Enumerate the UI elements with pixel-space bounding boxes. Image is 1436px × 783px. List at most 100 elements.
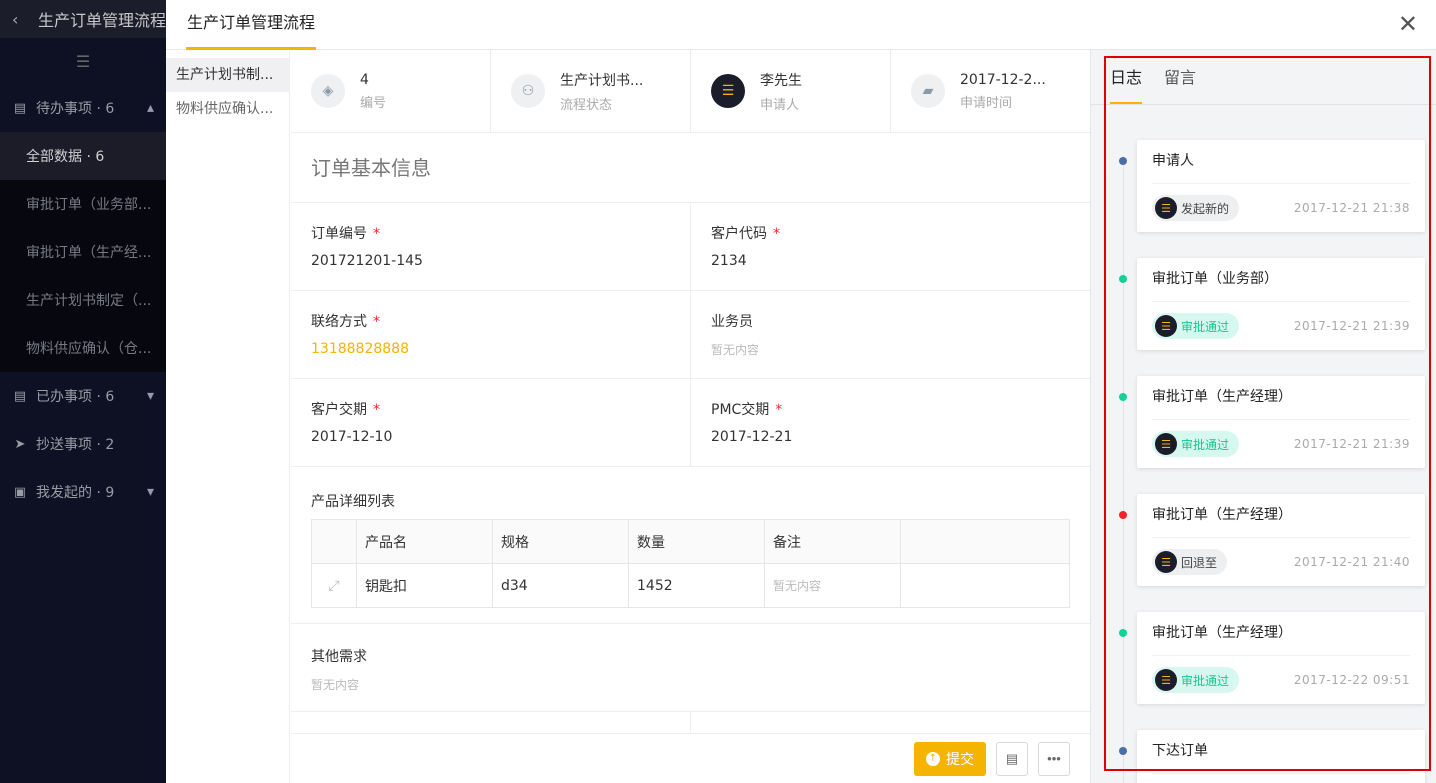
- modal-header: 生产订单管理流程 ✕: [166, 0, 1436, 50]
- required-mark: *: [373, 226, 380, 242]
- table-cell: 1452: [628, 563, 765, 608]
- tab-comments[interactable]: 留言: [1164, 64, 1196, 104]
- table-header: 规格: [492, 519, 629, 564]
- summary-key: 申请人: [760, 97, 800, 113]
- phone-link[interactable]: 13188828888: [311, 341, 670, 357]
- tab-log[interactable]: 日志: [1110, 64, 1143, 104]
- field-grid: 订单编号 * 201721201-145 客户代码 * 2134 联络方式 * 131…: [291, 203, 1090, 467]
- form-content: ◈ 4 编号 ⚇ 生产计划书... 流程状态 ☰ 李先生 申请人 ▰ 2017-12-…: [291, 50, 1090, 783]
- summary-value: 2017-12-2...: [960, 71, 1046, 88]
- sidebar-group-label: 待办事项 · 6: [36, 101, 115, 117]
- sidebar-header: ‹ 生产订单管理流程: [0, 0, 166, 38]
- avatar: ☰: [711, 74, 745, 108]
- summary-value: 生产计划书...: [560, 72, 644, 89]
- status-text: 审批通过: [1181, 437, 1230, 452]
- summary-status: ⚇ 生产计划书... 流程状态: [491, 50, 691, 132]
- status-text: 回退至: [1181, 555, 1218, 570]
- back-arrow-icon[interactable]: ‹: [12, 10, 28, 29]
- table-cell: [900, 563, 1070, 608]
- send-icon: ➤: [14, 436, 26, 452]
- sidebar-item-production-plan[interactable]: 生产计划书制定（...: [0, 276, 166, 324]
- avatar: ☰: [1155, 669, 1177, 691]
- mine-icon: ▣: [13, 484, 27, 500]
- summary-key: 申请时间: [960, 95, 1013, 111]
- submit-button[interactable]: ↑ 提交: [914, 741, 986, 776]
- log-panel: 日志 留言 申请人 ☰ 发起新的 2017-12-21 21:38 审批订单（业务部） ☰…: [1090, 50, 1436, 783]
- log-timestamp: 2017-12-21 21:38: [1293, 201, 1410, 215]
- field-value: 暂无内容: [311, 678, 360, 692]
- other-requirements: 其他需求 暂无内容: [291, 624, 1090, 712]
- product-table: 产品名 规格 数量 备注 ⤢ 钥匙扣 d34 1452 暂无内容: [311, 519, 1070, 608]
- sidebar-item-all[interactable]: 全部数据 · 6: [0, 132, 166, 180]
- more-button[interactable]: •••: [1038, 741, 1070, 776]
- sidebar-group-label: 已办事项 · 6: [36, 389, 115, 405]
- timeline-dot: [1119, 157, 1127, 165]
- sidebar-item-approve-business[interactable]: 审批订单（业务部...: [0, 180, 166, 228]
- log-timestamp: 2017-12-22 09:51: [1293, 673, 1410, 687]
- timeline-dot: [1119, 275, 1127, 283]
- field-value[interactable]: 2134: [711, 253, 1070, 269]
- table-header-blank: [311, 519, 357, 564]
- sidebar-item-approve-production[interactable]: 审批订单（生产经...: [0, 228, 166, 276]
- summary-id: ◈ 4 编号: [291, 50, 491, 132]
- log-tabs: 日志 留言: [1091, 50, 1436, 105]
- field-value[interactable]: 2017-12-21: [711, 429, 1070, 445]
- status-text: 审批通过: [1181, 673, 1230, 688]
- status-badge: ☰ 发起新的: [1152, 195, 1240, 221]
- required-mark: *: [373, 314, 380, 330]
- summary-value: 4: [360, 71, 369, 88]
- sidebar-group-todo[interactable]: ▤ 待办事项 · 6 ▴: [0, 84, 166, 132]
- field-label: 客户交期: [311, 402, 367, 418]
- log-timestamp: 2017-12-21 21:40: [1293, 555, 1410, 569]
- summary-key: 流程状态: [560, 97, 613, 113]
- flow-tree-icon: ⚇: [511, 74, 545, 108]
- avatar: ☰: [1155, 551, 1177, 573]
- footer-toolbar: ↑ 提交 ▤ •••: [291, 733, 1090, 783]
- document-icon: ▤: [1005, 750, 1019, 766]
- status-badge: ☰ 回退至: [1152, 549, 1228, 575]
- table-header-row: 产品名 规格 数量 备注: [311, 519, 1070, 564]
- submit-label: 提交: [946, 751, 974, 768]
- timeline-dot: [1119, 747, 1127, 755]
- status-badge: ☰ 审批通过: [1152, 431, 1240, 457]
- log-card: 审批订单（生产经理） ☰ 审批通过 2017-12-21 21:39: [1137, 376, 1425, 468]
- table-cell: d34: [492, 563, 629, 608]
- timeline-dot: [1119, 511, 1127, 519]
- step-material-supply[interactable]: 物料供应确认...: [166, 92, 289, 126]
- field-label: 联络方式: [311, 314, 367, 330]
- app-sidebar: ‹ 生产订单管理流程 ☰ ▤ 待办事项 · 6 ▴ 全部数据 · 6 审批订单（业…: [0, 0, 166, 783]
- log-title: 申请人: [1152, 140, 1410, 184]
- summary-time: ▰ 2017-12-2... 申请时间: [891, 50, 1090, 132]
- log-title: 审批订单（业务部）: [1152, 258, 1410, 302]
- field-value[interactable]: 201721201-145: [311, 253, 670, 269]
- sidebar-group-cc[interactable]: ➤ 抄送事项 · 2: [0, 420, 166, 468]
- summary-bar: ◈ 4 编号 ⚇ 生产计划书... 流程状态 ☰ 李先生 申请人 ▰ 2017-12-…: [291, 50, 1090, 133]
- field-value: 暂无内容: [711, 343, 760, 357]
- field-contact: 联络方式 * 13188828888: [291, 291, 691, 379]
- menu-collapse-icon[interactable]: ☰: [0, 38, 166, 84]
- table-row: ⤢ 钥匙扣 d34 1452 暂无内容: [311, 563, 1070, 608]
- log-timestamp: 2017-12-21 21:39: [1293, 319, 1410, 333]
- close-icon[interactable]: ✕: [1398, 10, 1418, 38]
- save-draft-button[interactable]: ▤: [996, 741, 1028, 776]
- log-title: 审批订单（生产经理）: [1152, 376, 1410, 420]
- table-header: 备注: [764, 519, 901, 564]
- sidebar-item-material-supply[interactable]: 物料供应确认（仓...: [0, 324, 166, 372]
- sidebar-group-mine[interactable]: ▣ 我发起的 · 9 ▾: [0, 468, 166, 516]
- process-modal: 生产订单管理流程 ✕ 生产计划书制... 物料供应确认... ◈ 4 编号 ⚇ 生…: [166, 0, 1436, 783]
- timeline-dot: [1119, 393, 1127, 401]
- required-mark: *: [773, 226, 780, 242]
- sidebar-group-done[interactable]: ▤ 已办事项 · 6 ▾: [0, 372, 166, 420]
- summary-applicant: ☰ 李先生 申请人: [691, 50, 891, 132]
- arrow-up-circle-icon: ↑: [926, 751, 940, 766]
- required-mark: *: [373, 402, 380, 418]
- log-title: 审批订单（生产经理）: [1152, 494, 1410, 538]
- field-label: 客户代码: [711, 226, 767, 242]
- field-customer-delivery: 客户交期 * 2017-12-10: [291, 379, 691, 467]
- step-production-plan[interactable]: 生产计划书制...: [166, 58, 289, 92]
- field-value[interactable]: 2017-12-10: [311, 429, 670, 445]
- tab-process[interactable]: 生产订单管理流程: [186, 0, 317, 50]
- field-label: 业务员: [711, 314, 753, 330]
- expand-icon[interactable]: ⤢: [311, 563, 357, 608]
- sidebar-group-label: 抄送事项 · 2: [36, 437, 115, 453]
